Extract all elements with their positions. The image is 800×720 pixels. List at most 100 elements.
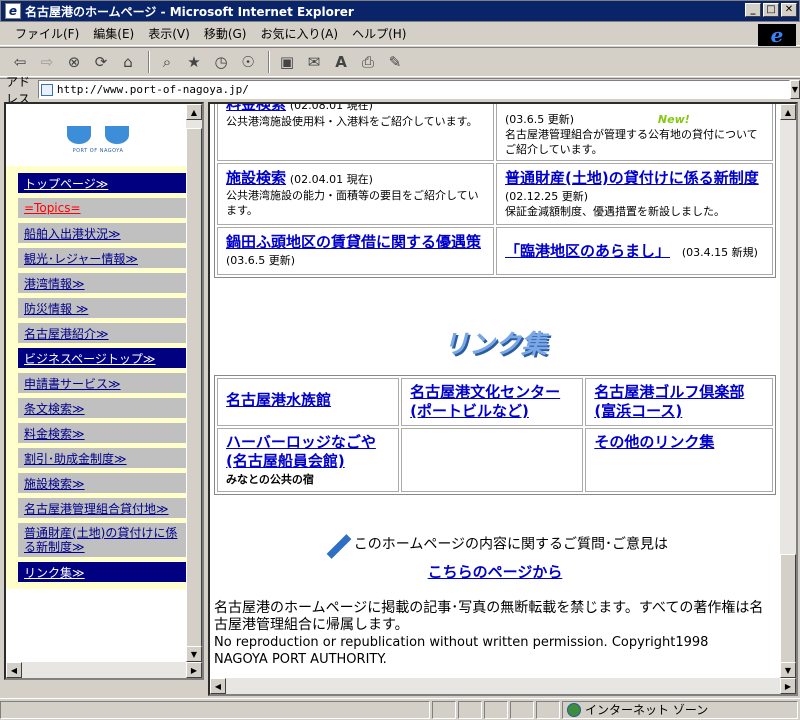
nav-port-info[interactable]: 港湾情報≫: [18, 273, 188, 293]
menu-favorites[interactable]: お気に入り(A): [253, 25, 345, 42]
stop-icon[interactable]: ⊗: [62, 50, 86, 74]
links-table: 名古屋港水族館 名古屋港文化センター(ポートビルなど) 名古屋港ゴルフ倶楽部(富…: [214, 375, 776, 495]
forward-icon[interactable]: ⇨: [35, 50, 59, 74]
favorites-icon[interactable]: ★: [182, 50, 206, 74]
left-frame: PORT OF NAGOYA トップページ≫ =Topics= 船舶入出港状況≫…: [4, 102, 204, 680]
inquiry-section: このホームページの内容に関するご質問･ご意見は こちらのページから: [214, 531, 776, 582]
main-hscrollbar[interactable]: ◀ ▶: [210, 678, 796, 694]
pencil-icon: [322, 531, 350, 559]
home-icon[interactable]: ⌂: [116, 50, 140, 74]
edit-icon[interactable]: ✎: [383, 50, 407, 74]
property-lease-date: (02.12.25 更新): [505, 190, 589, 203]
main-vscrollbar[interactable]: ▲ ▼: [780, 104, 796, 678]
status-cell: [432, 700, 456, 719]
nav-top-page[interactable]: トップページ≫: [18, 173, 188, 193]
scroll-down-icon[interactable]: ▼: [780, 662, 796, 678]
harbor-lodge-link[interactable]: ハーバーロッジなごや(名古屋船員会館): [226, 433, 376, 470]
nabeta-pier-date: (03.6.5 更新): [226, 254, 296, 267]
nav-ship-status[interactable]: 船舶入出港状況≫: [18, 223, 188, 243]
address-bar: アドレス http://www.port-of-nagoya.jp/ ▼: [0, 75, 800, 106]
left-vscrollbar[interactable]: ▲ ▼: [186, 104, 202, 662]
main-frame: 料金検索 (02.08.01 現在) 公共港湾施設使用料・入港料をご紹介していま…: [208, 102, 798, 696]
print-icon[interactable]: ⎙: [356, 50, 380, 74]
nav-article-search[interactable]: 条文検索≫: [18, 398, 188, 418]
main-content: 料金検索 (02.08.01 現在) 公共港湾施設使用料・入港料をご紹介していま…: [214, 104, 776, 668]
scroll-down-icon[interactable]: ▼: [186, 646, 202, 662]
new-badge: New!: [657, 113, 690, 126]
nav-topics[interactable]: =Topics=: [18, 198, 188, 218]
maximize-icon[interactable]: □: [763, 3, 779, 17]
chevron-down-icon[interactable]: ▼: [789, 80, 800, 99]
nav-tourism[interactable]: 観光･レジャー情報≫: [18, 248, 188, 268]
inquiry-link[interactable]: こちらのページから: [214, 561, 776, 582]
nav-facility-search[interactable]: 施設検索≫: [18, 473, 188, 493]
other-links-link[interactable]: その他のリンク集: [594, 433, 714, 451]
menu-file[interactable]: ファイル(F): [8, 25, 86, 42]
scroll-right-icon[interactable]: ▶: [186, 662, 202, 678]
zone-text: インターネット ゾーン: [585, 703, 709, 717]
golf-club-link[interactable]: 名古屋港ゴルフ倶楽部(富浜コース): [594, 383, 744, 420]
port-district-date: (03.4.15 新規): [681, 246, 758, 259]
menu-edit[interactable]: 編集(E): [86, 25, 141, 42]
status-cell: [458, 700, 482, 719]
main-scroll-thumb[interactable]: [780, 554, 796, 664]
fee-search-desc: 公共港湾施設使用料・入港料をご紹介しています。: [226, 115, 478, 128]
nav-discount[interactable]: 割引･助成金制度≫: [18, 448, 188, 468]
nav-property-lease[interactable]: 普通財産(土地)の貸付けに係る新制度≫: [18, 523, 188, 557]
search-icon[interactable]: ⌕: [155, 50, 179, 74]
scroll-up-icon[interactable]: ▲: [780, 104, 796, 120]
close-icon[interactable]: ✕: [781, 3, 797, 17]
left-scroll-thumb[interactable]: [186, 128, 202, 648]
nav-fee-search[interactable]: 料金検索≫: [18, 423, 188, 443]
links-heading: リンク集: [214, 324, 776, 361]
logo-text: PORT OF NAGOYA: [72, 148, 124, 154]
fee-search-link[interactable]: 料金検索: [226, 104, 286, 113]
status-cell: [510, 700, 534, 719]
refresh-icon[interactable]: ⟳: [89, 50, 113, 74]
menu-view[interactable]: 表示(V): [141, 25, 197, 42]
window-title: 名古屋港のホームページ - Microsoft Internet Explore…: [25, 4, 354, 19]
minimize-icon[interactable]: _: [745, 3, 761, 17]
footer-authority: NAGOYA PORT AUTHORITY.: [214, 652, 387, 667]
menu-help[interactable]: ヘルプ(H): [345, 25, 413, 42]
footer: 名古屋港のホームページに掲載の記事･写真の無断転載を禁じます。すべての著作権は名…: [214, 600, 774, 668]
globe-icon: [567, 702, 581, 717]
left-hscrollbar[interactable]: ◀ ▶: [6, 662, 202, 678]
nav-leased-land[interactable]: 名古屋港管理組合貸付地≫: [18, 498, 188, 518]
property-lease-link[interactable]: 普通財産(土地)の貸付けに係る新制度: [505, 169, 759, 187]
empty-cell: [401, 428, 584, 492]
menu-go[interactable]: 移動(G): [197, 25, 254, 42]
font-icon[interactable]: A: [329, 50, 353, 74]
mail-icon[interactable]: ✉: [302, 50, 326, 74]
scroll-left-icon[interactable]: ◀: [6, 662, 22, 678]
port-district-link[interactable]: 「臨港地区のあらまし」: [505, 242, 670, 260]
nabeta-pier-link[interactable]: 鍋田ふ頭地区の賃貸借に関する優遇策: [226, 233, 481, 251]
culture-center-link[interactable]: 名古屋港文化センター(ポートビルなど): [410, 383, 560, 420]
toolbar: ⇦ ⇨ ⊗ ⟳ ⌂ ⌕ ★ ◷ ☉ ▣ ✉ A ⎙ ✎: [0, 47, 800, 77]
scroll-up-icon[interactable]: ▲: [186, 104, 202, 120]
address-url: http://www.port-of-nagoya.jp/: [56, 83, 249, 96]
history-icon[interactable]: ◷: [209, 50, 233, 74]
scroll-left-icon[interactable]: ◀: [210, 678, 226, 694]
leased-land-desc: 名古屋港管理組合が管理する公有地の貸付についてご紹介しています。: [505, 128, 758, 156]
aquarium-link[interactable]: 名古屋港水族館: [226, 391, 331, 409]
nav-business-top[interactable]: ビジネスページトップ≫: [18, 348, 188, 368]
nav-disaster-info[interactable]: 防災情報 ≫: [18, 298, 188, 318]
status-bar: インターネット ゾーン: [0, 698, 800, 720]
facility-search-desc: 公共港湾施設の能力・面積等の要目をご紹介しています。: [226, 189, 479, 217]
fee-search-date: (02.08.01 現在): [289, 102, 373, 112]
footer-copyright-en: No reproduction or republication without…: [214, 635, 709, 650]
facility-search-link[interactable]: 施設検索: [226, 169, 286, 187]
status-text-cell: [0, 700, 430, 719]
nav-application-service[interactable]: 申請書サービス≫: [18, 373, 188, 393]
nav-links[interactable]: リンク集≫: [18, 562, 188, 582]
nav-port-intro[interactable]: 名古屋港紹介≫: [18, 323, 188, 343]
scroll-right-icon[interactable]: ▶: [780, 678, 796, 694]
channels-icon[interactable]: ☉: [236, 50, 260, 74]
harbor-lodge-sub: みなとの公共の宿: [226, 473, 314, 486]
back-icon[interactable]: ⇦: [8, 50, 32, 74]
fullscreen-icon[interactable]: ▣: [275, 50, 299, 74]
port-logo: PORT OF NAGOYA: [6, 104, 190, 158]
ie-logo: e: [758, 23, 796, 47]
address-input[interactable]: http://www.port-of-nagoya.jp/: [37, 80, 790, 99]
